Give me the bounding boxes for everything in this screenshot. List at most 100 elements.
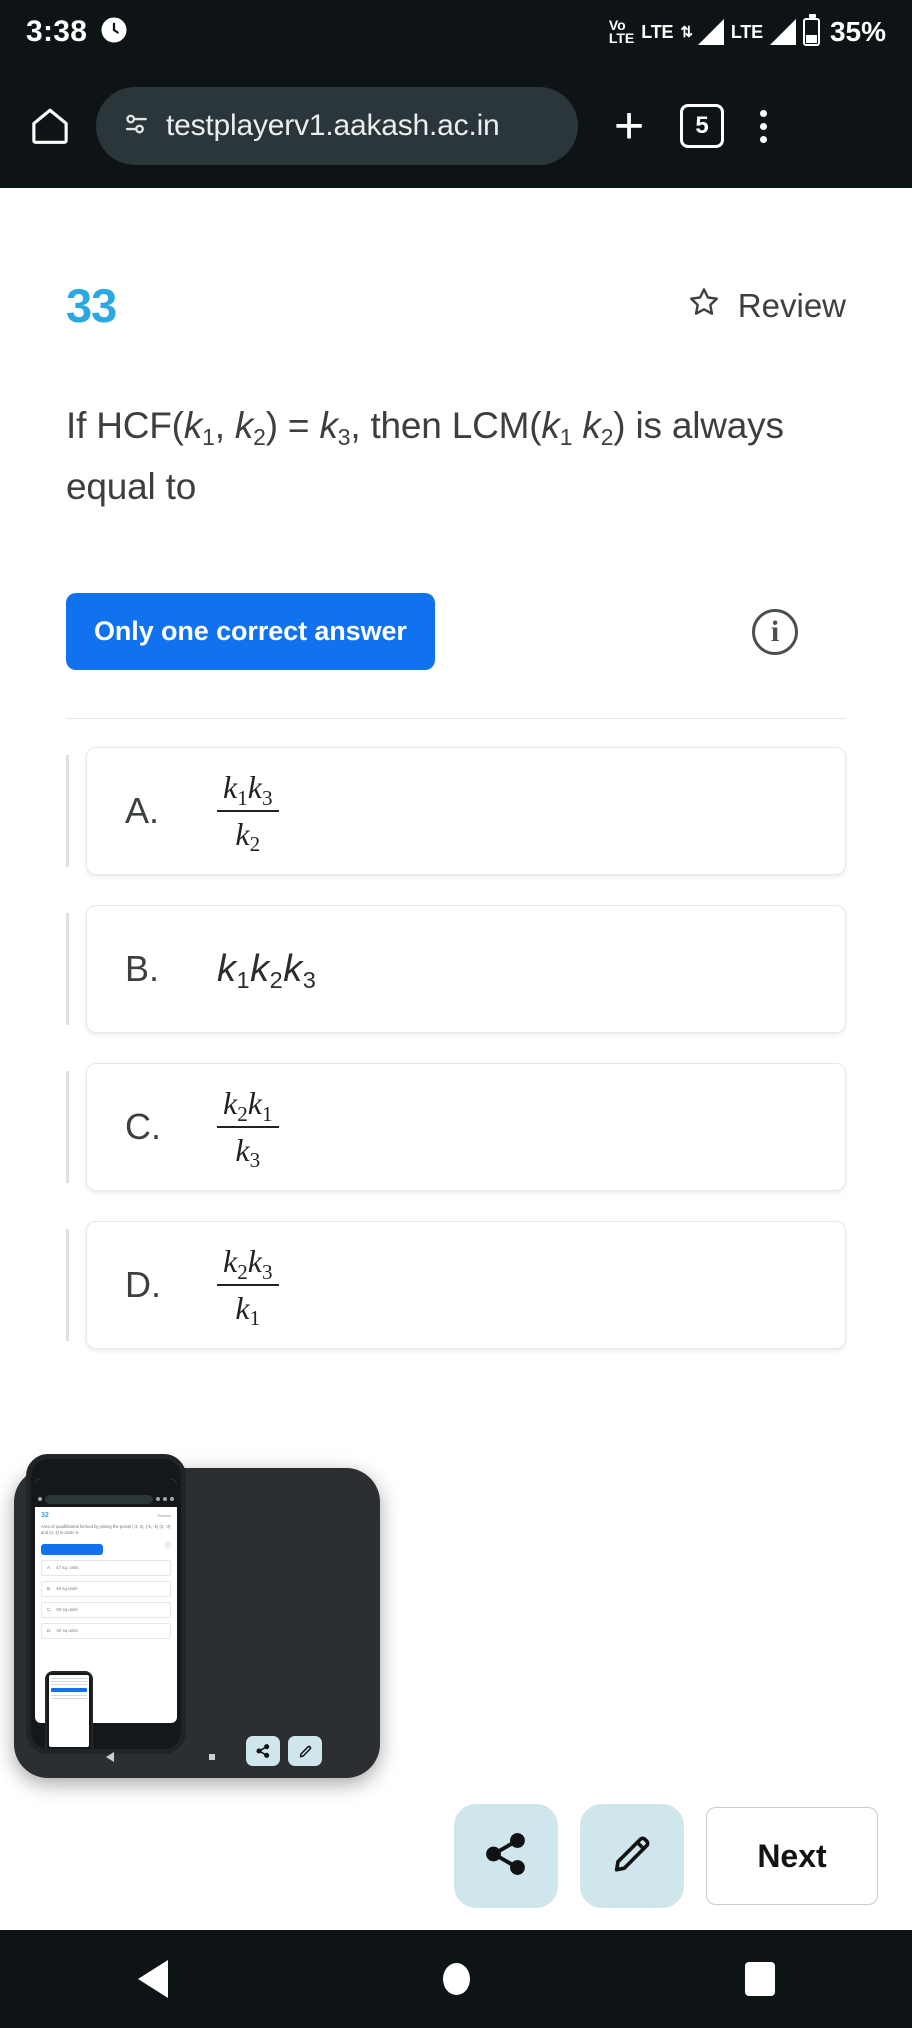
preview-address-bar bbox=[45, 1494, 153, 1504]
question-text: If HCF(k1, k2) = k3, then LCM(k1 k2) is … bbox=[66, 405, 784, 508]
option-value: k1k2k3 bbox=[217, 947, 317, 993]
preview-nested-badge bbox=[51, 1688, 87, 1692]
preview-option-letter: D. bbox=[47, 1628, 52, 1634]
option-wrapper-a: A. k1k3 k2 bbox=[66, 747, 846, 876]
signal-strength-icon-1 bbox=[697, 19, 724, 45]
preview-browser-toolbar bbox=[35, 1491, 177, 1507]
option-value: k2k1 k3 bbox=[217, 1085, 279, 1172]
preview-option-d: D. 40 sq units bbox=[41, 1622, 171, 1639]
preview-back-icon bbox=[105, 1752, 114, 1762]
back-triangle-icon[interactable] bbox=[137, 1960, 168, 1998]
recents-square-icon[interactable] bbox=[744, 1962, 775, 1996]
option-letter: D. bbox=[125, 1264, 161, 1306]
share-icon bbox=[481, 1829, 531, 1884]
screen-recording-preview[interactable]: 32 Review Area of quadrilateral formed b… bbox=[14, 1454, 380, 1778]
clock-icon bbox=[99, 15, 129, 50]
preview-page-body: 32 Review Area of quadrilateral formed b… bbox=[35, 1507, 177, 1644]
preview-question-header: 32 Review bbox=[41, 1512, 171, 1519]
preview-status-bar bbox=[35, 1479, 177, 1491]
fraction-numerator: k2k3 bbox=[223, 1243, 273, 1284]
preview-option-a: A. 47 sq. units bbox=[41, 1559, 171, 1576]
lte-label-2: LTE bbox=[730, 21, 763, 42]
preview-plus-icon bbox=[156, 1497, 160, 1501]
preview-option-value: 46 sq units bbox=[56, 1586, 78, 1592]
preview-info-icon: ⓘ bbox=[164, 1544, 171, 1551]
option-wrapper-c: C. k2k1 k3 bbox=[66, 1063, 846, 1192]
preview-nested-line bbox=[51, 1678, 87, 1680]
permissions-icon[interactable] bbox=[122, 109, 152, 144]
status-bar-clock: 3:38 bbox=[26, 15, 88, 48]
fraction-denominator: k2 bbox=[217, 810, 279, 856]
option-c[interactable]: C. k2k1 k3 bbox=[86, 1063, 846, 1192]
signal-strength-icon-2 bbox=[769, 19, 796, 45]
option-b[interactable]: B. k1k2k3 bbox=[86, 905, 846, 1034]
info-circle-icon[interactable]: i bbox=[752, 608, 798, 655]
phone-screen: 3:38 Vo LTE LTE ⇅ LTE 35% testplayerv1.a… bbox=[0, 0, 912, 2028]
preview-nested-line bbox=[51, 1694, 87, 1697]
preview-nested-screen bbox=[49, 1675, 89, 1747]
preview-review-label: Review bbox=[157, 1513, 171, 1518]
fraction-numerator: k2k1 bbox=[223, 1085, 273, 1126]
preview-option-letter: A. bbox=[47, 1565, 52, 1571]
option-letter: A. bbox=[125, 790, 160, 832]
option-letter: C. bbox=[125, 1106, 161, 1148]
preview-option-value: 50 sq units bbox=[56, 1607, 78, 1613]
option-letter: B. bbox=[125, 948, 160, 990]
preview-option-value: 40 sq units bbox=[56, 1628, 78, 1634]
tab-switcher-button[interactable]: 5 bbox=[680, 104, 724, 148]
option-wrapper-b: B. k1k2k3 bbox=[66, 905, 846, 1034]
preview-option-b: B. 46 sq units bbox=[41, 1580, 171, 1597]
status-bar: 3:38 Vo LTE LTE ⇅ LTE 35% bbox=[0, 0, 912, 64]
option-value: k2k3 k1 bbox=[217, 1243, 279, 1330]
preview-phone-frame: 32 Review Area of quadrilateral formed b… bbox=[26, 1454, 186, 1754]
preview-question-text: Area of quadrilateral formed by joining … bbox=[41, 1524, 171, 1536]
preview-option-value: 47 sq. units bbox=[56, 1565, 79, 1571]
divider bbox=[66, 718, 846, 720]
review-label: Review bbox=[737, 286, 846, 324]
status-badge: Only one correct answer bbox=[66, 593, 435, 671]
data-activity-icon: ⇅ bbox=[680, 24, 693, 41]
volte-icon: Vo LTE bbox=[609, 18, 634, 46]
share-button[interactable] bbox=[454, 1804, 558, 1908]
option-value: k1k3 k2 bbox=[217, 769, 279, 856]
option-d[interactable]: D. k2k3 k1 bbox=[86, 1221, 846, 1350]
preview-tabs-icon bbox=[163, 1497, 167, 1501]
preview-edit-button[interactable] bbox=[288, 1736, 322, 1766]
browser-toolbar: testplayerv1.aakash.ac.in + 5 bbox=[0, 64, 912, 188]
preview-option-c: C. 50 sq units bbox=[41, 1601, 171, 1618]
preview-option-letter: B. bbox=[47, 1586, 52, 1592]
android-nav-bar bbox=[0, 1930, 912, 2028]
preview-status-badge bbox=[41, 1543, 103, 1555]
fraction-denominator: k1 bbox=[217, 1284, 279, 1330]
review-toggle[interactable]: Review bbox=[686, 284, 846, 328]
preview-nested-line bbox=[51, 1697, 87, 1700]
preview-home-icon bbox=[38, 1497, 42, 1501]
star-outline-icon bbox=[686, 284, 722, 328]
status-bar-left: 3:38 bbox=[26, 15, 129, 50]
battery-icon bbox=[802, 14, 820, 46]
preview-nested-phone bbox=[45, 1671, 93, 1749]
battery-percent-label: 35% bbox=[829, 16, 886, 47]
lte-label-1: LTE bbox=[641, 21, 674, 42]
fraction-numerator: k1k3 bbox=[223, 769, 273, 810]
preview-badge-row: ⓘ bbox=[41, 1537, 171, 1555]
address-bar-url[interactable]: testplayerv1.aakash.ac.in bbox=[166, 109, 500, 143]
answer-type-row: Only one correct answer i bbox=[66, 593, 846, 671]
preview-share-button[interactable] bbox=[246, 1736, 280, 1766]
options-list: A. k1k3 k2 B. k1k2k3 C. k2k1 k3 D. k2k3 … bbox=[66, 747, 846, 1350]
home-circle-icon[interactable] bbox=[442, 1963, 470, 1995]
edit-button[interactable] bbox=[580, 1804, 684, 1908]
bottom-action-bar: Next bbox=[0, 1782, 912, 1930]
preview-nested-line bbox=[51, 1683, 87, 1686]
status-bar-right: Vo LTE LTE ⇅ LTE 35% bbox=[609, 14, 886, 48]
option-a[interactable]: A. k1k3 k2 bbox=[86, 747, 846, 876]
home-icon[interactable] bbox=[28, 104, 72, 148]
question-header: 33 Review bbox=[66, 278, 846, 333]
next-button[interactable]: Next bbox=[706, 1807, 878, 1905]
overflow-menu-icon[interactable] bbox=[748, 109, 779, 143]
plus-icon[interactable]: + bbox=[602, 100, 656, 152]
address-bar[interactable]: testplayerv1.aakash.ac.in bbox=[96, 87, 578, 165]
preview-option-letter: C. bbox=[47, 1607, 52, 1613]
preview-menu-icon bbox=[170, 1497, 174, 1501]
preview-question-number: 32 bbox=[41, 1512, 49, 1519]
